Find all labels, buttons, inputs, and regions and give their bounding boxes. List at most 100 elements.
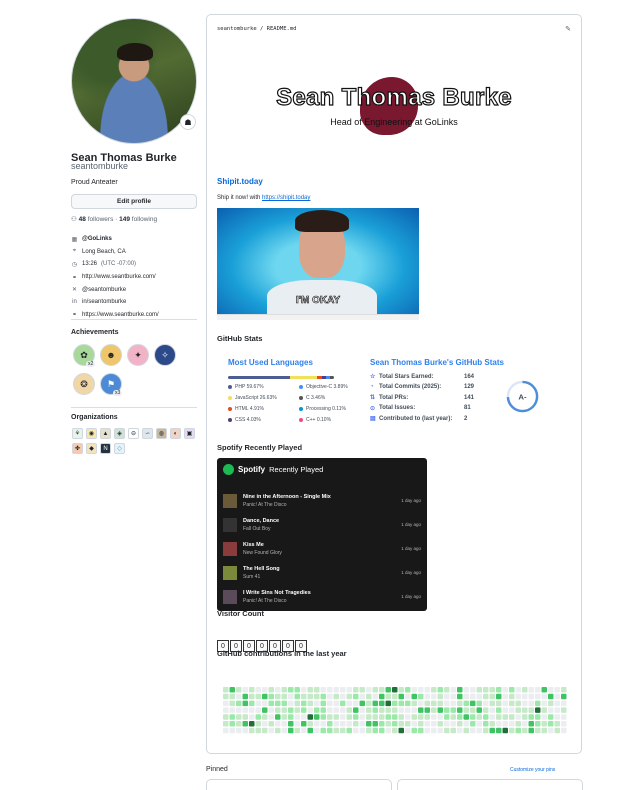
contribution-day[interactable]	[463, 700, 470, 707]
contribution-day[interactable]	[463, 721, 470, 727]
contribution-day[interactable]	[275, 687, 281, 693]
contribution-day[interactable]	[366, 687, 372, 693]
contribution-day[interactable]	[431, 721, 437, 727]
contribution-day[interactable]	[541, 687, 548, 693]
contribution-day[interactable]	[288, 707, 294, 713]
contribution-day[interactable]	[424, 727, 431, 734]
contribution-day[interactable]	[366, 727, 372, 734]
contribution-day[interactable]	[424, 707, 431, 713]
contribution-day[interactable]	[398, 714, 405, 720]
contribution-day[interactable]	[476, 721, 483, 727]
contribution-day[interactable]	[522, 714, 528, 720]
contribution-day[interactable]	[405, 693, 411, 700]
contribution-day[interactable]	[249, 700, 255, 707]
contribution-day[interactable]	[372, 700, 379, 707]
contribution-day[interactable]	[320, 700, 327, 707]
contribution-day[interactable]	[346, 707, 353, 713]
contribution-day[interactable]	[242, 727, 249, 734]
contribution-day[interactable]	[320, 707, 327, 713]
contribution-day[interactable]	[398, 687, 405, 693]
contribution-day[interactable]	[262, 693, 268, 700]
contribution-day[interactable]	[236, 693, 242, 700]
contribution-day[interactable]	[411, 721, 418, 727]
contribution-day[interactable]	[353, 727, 359, 734]
contribution-day[interactable]	[307, 687, 314, 693]
contribution-day[interactable]	[255, 727, 262, 734]
contribution-day[interactable]	[327, 687, 333, 693]
contribution-day[interactable]	[541, 721, 548, 727]
contribution-day[interactable]	[294, 727, 301, 734]
contribution-day[interactable]	[424, 721, 431, 727]
contribution-day[interactable]	[463, 707, 470, 713]
org-avatar-icon[interactable]: ⊖	[128, 428, 139, 439]
contribution-day[interactable]	[522, 721, 528, 727]
contribution-day[interactable]	[522, 700, 528, 707]
contribution-day[interactable]	[372, 693, 379, 700]
contribution-day[interactable]	[561, 693, 567, 700]
contribution-day[interactable]	[301, 727, 307, 734]
org-avatar-icon[interactable]: ◆	[86, 443, 97, 454]
contribution-day[interactable]	[288, 727, 294, 734]
contribution-day[interactable]	[489, 727, 496, 734]
contribution-day[interactable]	[314, 707, 320, 713]
contribution-day[interactable]	[314, 687, 320, 693]
contribution-day[interactable]	[411, 687, 418, 693]
contribution-day[interactable]	[489, 707, 496, 713]
contribution-day[interactable]	[554, 707, 561, 713]
contribution-day[interactable]	[366, 693, 372, 700]
contribution-day[interactable]	[294, 687, 301, 693]
contribution-day[interactable]	[522, 687, 528, 693]
pinned-repo-card[interactable]	[397, 779, 583, 790]
contribution-day[interactable]	[288, 714, 294, 720]
org-avatar-icon[interactable]: ✤	[72, 443, 83, 454]
contribution-day[interactable]	[548, 727, 554, 734]
org-avatar-icon[interactable]: ∽	[142, 428, 153, 439]
contribution-day[interactable]	[528, 700, 535, 707]
contribution-day[interactable]	[470, 707, 476, 713]
org-avatar-icon[interactable]: ◈	[114, 428, 125, 439]
contribution-day[interactable]	[366, 707, 372, 713]
contribution-day[interactable]	[333, 700, 340, 707]
contribution-day[interactable]	[307, 714, 314, 720]
contribution-day[interactable]	[236, 707, 242, 713]
contribution-day[interactable]	[561, 714, 567, 720]
contribution-day[interactable]	[262, 707, 268, 713]
contribution-day[interactable]	[470, 693, 476, 700]
contribution-day[interactable]	[340, 707, 346, 713]
contribution-day[interactable]	[372, 714, 379, 720]
contribution-day[interactable]	[476, 727, 483, 734]
profile-detail-5[interactable]: in in/seantomburke	[71, 296, 159, 309]
contribution-day[interactable]	[249, 727, 255, 734]
contribution-day[interactable]	[554, 700, 561, 707]
contribution-day[interactable]	[470, 714, 476, 720]
contribution-day[interactable]	[483, 693, 489, 700]
contribution-day[interactable]	[463, 687, 470, 693]
contribution-day[interactable]	[353, 700, 359, 707]
track-item[interactable]: Dance, Dance Fall Out Boy 1 day ago	[223, 516, 423, 536]
contribution-day[interactable]	[424, 714, 431, 720]
contribution-day[interactable]	[223, 700, 229, 707]
contribution-day[interactable]	[502, 714, 509, 720]
contribution-day[interactable]	[379, 700, 385, 707]
contribution-day[interactable]	[418, 693, 424, 700]
contribution-day[interactable]	[457, 687, 463, 693]
contribution-day[interactable]	[463, 693, 470, 700]
profile-detail-3[interactable]: ⚭ http://www.seantburke.com/	[71, 271, 159, 284]
contribution-day[interactable]	[561, 700, 567, 707]
contribution-day[interactable]	[307, 727, 314, 734]
contribution-day[interactable]	[392, 714, 398, 720]
contribution-day[interactable]	[385, 707, 392, 713]
contribution-day[interactable]	[470, 721, 476, 727]
contribution-day[interactable]	[255, 687, 262, 693]
contribution-day[interactable]	[554, 693, 561, 700]
contribution-day[interactable]	[483, 707, 489, 713]
contribution-day[interactable]	[223, 707, 229, 713]
contribution-day[interactable]	[333, 693, 340, 700]
contribution-day[interactable]	[392, 687, 398, 693]
contribution-day[interactable]	[281, 687, 288, 693]
track-item[interactable]: Nine in the Afternoon - Single Mix Panic!…	[223, 492, 423, 512]
contribution-day[interactable]	[229, 693, 236, 700]
contribution-day[interactable]	[236, 721, 242, 727]
contribution-day[interactable]	[385, 721, 392, 727]
contribution-day[interactable]	[509, 714, 515, 720]
